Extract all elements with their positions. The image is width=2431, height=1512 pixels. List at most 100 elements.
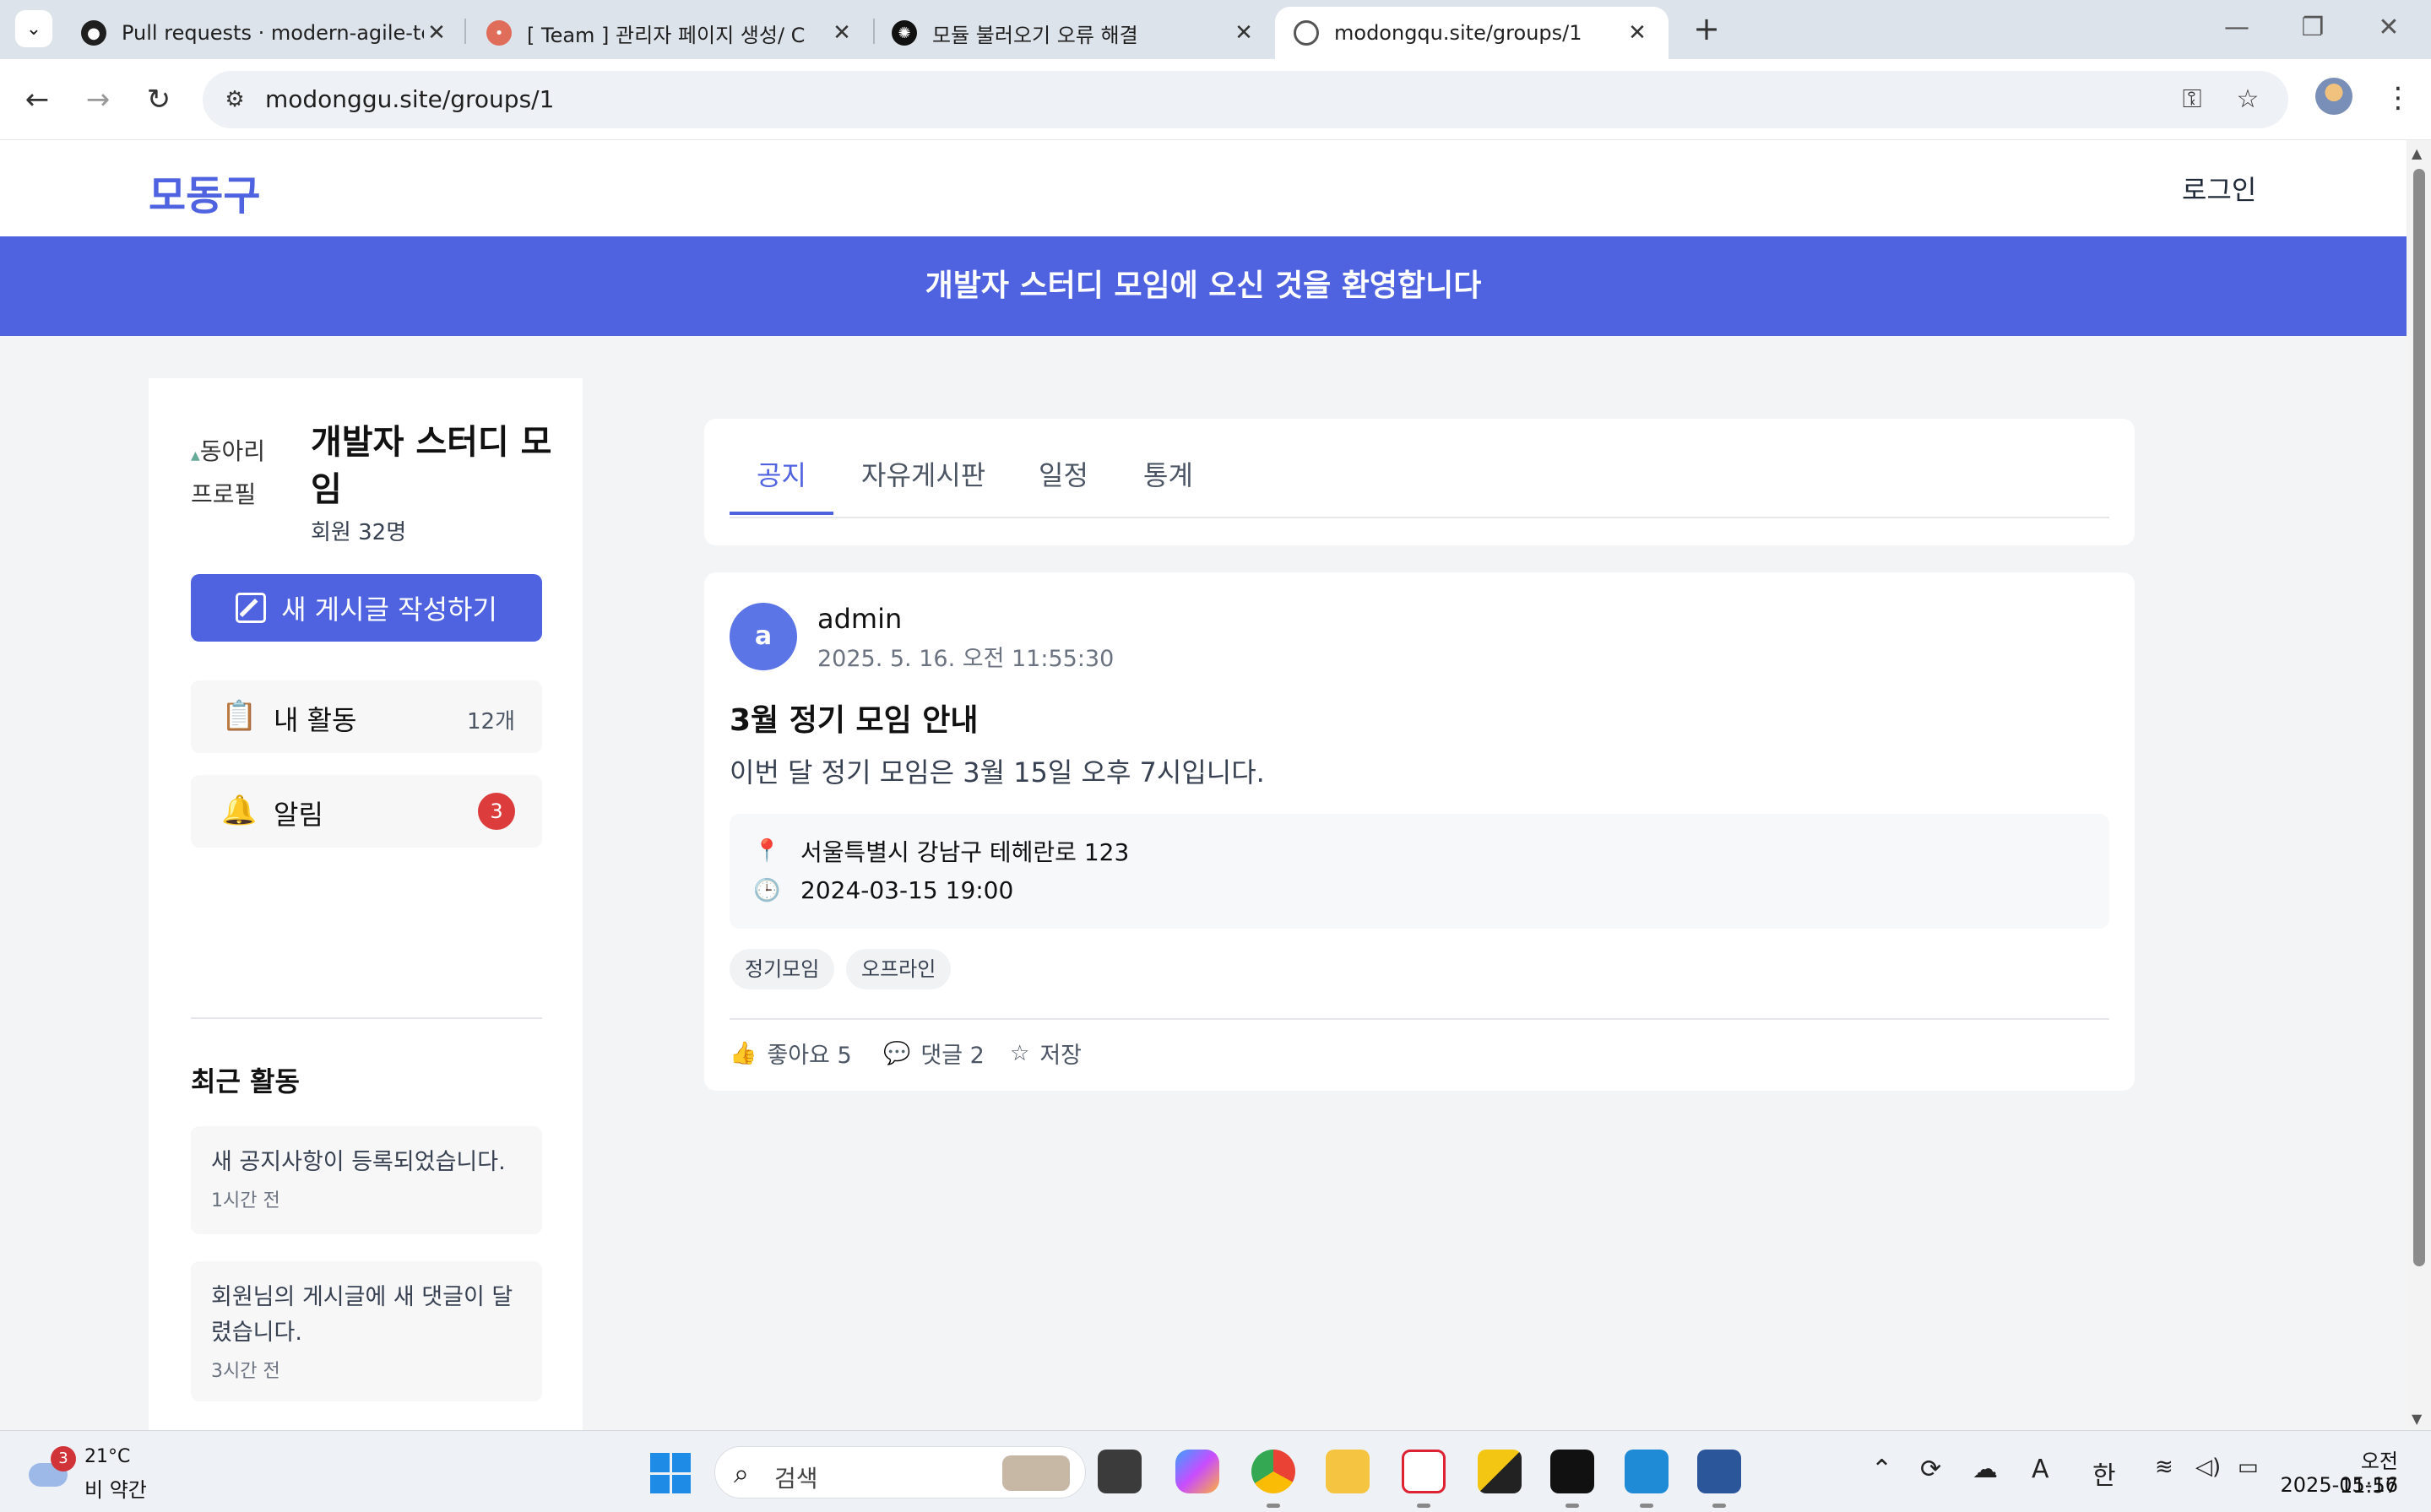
site-logo[interactable]: 모동구 [149,162,260,221]
event-datetime-text: 2024-03-15 19:00 [800,876,1014,904]
tab-schedule[interactable]: 일정 [1039,454,1088,512]
event-location-text: 서울특별시 강남구 테헤란로 123 [800,838,1130,866]
minimize-icon[interactable]: — [2199,7,2275,49]
font-indicator[interactable]: A [2032,1455,2049,1484]
bookmark-star-icon[interactable]: ☆ [2231,83,2265,117]
browser-menu-icon[interactable]: ⋮ [2381,78,2415,118]
write-post-button[interactable]: 새 게시글 작성하기 [191,574,542,642]
chevron-up-icon[interactable]: ⌃ [1871,1455,1892,1484]
onedrive-cloud-icon[interactable]: ☁ [1972,1455,1998,1484]
address-bar[interactable]: ⚙ modonggu.site/groups/1 ⚿ ☆ [203,71,2288,128]
clock-icon: 🕒 [753,877,781,903]
taskbar-date[interactable]: 2025-05-16 [2280,1473,2398,1497]
browser-tab-strip: ⌄ ● Pull requests · modern-agile-te ✕ • … [0,0,2431,59]
author-avatar[interactable]: a [730,603,797,670]
close-icon[interactable]: ✕ [1231,20,1256,46]
window-close-icon[interactable]: ✕ [2351,7,2427,49]
save-button[interactable]: ☆ 저장 [1010,1037,1082,1070]
url-text[interactable]: modonggu.site/groups/1 [265,71,554,128]
close-icon[interactable]: ✕ [829,20,855,46]
like-label: 좋아요 5 [767,1043,852,1069]
login-link[interactable]: 로그인 [2182,169,2256,208]
page-scrollbar[interactable]: ▲ ▼ [2407,140,2431,1430]
recent-activity-item[interactable]: 회원님의 게시글에 새 댓글이 달렸습니다. 3시간 전 [191,1261,542,1401]
password-key-icon[interactable]: ⚿ [2175,83,2209,117]
search-icon: ⌕ [734,1457,749,1489]
weather-condition: 비 약간 [84,1478,147,1502]
scroll-down-arrow-icon[interactable]: ▼ [2412,1411,2422,1427]
recent-activity-time: 3시간 전 [211,1361,280,1382]
edit-icon [236,593,267,623]
notifications-item[interactable]: 🔔 알림 3 [191,775,542,848]
post-divider [730,1018,2109,1020]
tab-title: 모듈 불러오기 오류 해결 [932,23,1138,47]
tab-title: Pull requests · modern-agile-te [122,21,424,45]
weather-widget[interactable]: 3 [29,1446,76,1487]
speaker-icon[interactable]: ◁) [2195,1455,2221,1480]
tab-notice[interactable]: 공지 [730,454,833,515]
terminal-app-icon[interactable] [1550,1450,1594,1493]
welcome-banner: 개발자 스터디 모임에 오신 것을 환영합니다 [0,236,2407,336]
vscode-icon[interactable] [1625,1450,1669,1493]
new-tab-button[interactable]: + [1685,8,1728,51]
recent-activity-heading: 최근 활동 [191,1065,300,1097]
clipboard-icon: 📋 [221,699,258,733]
like-button[interactable]: 👍 좋아요 5 [730,1037,852,1070]
running-indicator [1565,1504,1579,1508]
windows-start-icon[interactable] [650,1453,691,1493]
word-icon[interactable] [1697,1450,1741,1493]
browser-tab-active[interactable]: modongqu.site/groups/1 ✕ [1275,7,1669,59]
club-name: 개발자 스터디 모임 [311,423,552,509]
copilot-icon[interactable] [1175,1450,1219,1493]
post-body: 이번 달 정기 모임은 3월 15일 오후 7시입니다. [730,756,1265,789]
profile-avatar[interactable] [2315,78,2352,115]
back-arrow-icon[interactable]: ← [17,79,57,120]
tabs-divider [730,517,2109,518]
tab-free-board[interactable]: 자유게시판 [861,454,985,512]
tab-search-menu-button[interactable]: ⌄ [15,10,52,47]
post-author[interactable]: admin [817,603,902,635]
browser-tab-chatgpt[interactable]: ✺ 모듈 불러오기 오류 해결 ✕ [873,7,1275,59]
comment-button[interactable]: 💬 댓글 2 [883,1037,985,1070]
comment-label: 댓글 2 [920,1043,985,1069]
taskbar-search[interactable]: ⌕ 검색 [714,1446,1086,1498]
running-indicator [1712,1504,1726,1508]
chrome-icon[interactable] [1251,1450,1295,1493]
site-info-icon[interactable]: ⚙ [218,83,252,117]
post-title[interactable]: 3월 정기 모임 안내 [730,696,979,740]
close-icon[interactable]: ✕ [1625,20,1650,46]
scroll-up-arrow-icon[interactable]: ▲ [2412,145,2422,161]
sticky-notes-icon[interactable] [1478,1450,1522,1493]
search-highlight-image [1002,1455,1070,1491]
running-indicator [1267,1504,1280,1508]
event-datetime: 🕒 2024-03-15 19:00 [753,876,1013,904]
post-tag[interactable]: 오프라인 [846,949,952,989]
windows-taskbar: 3 21°C 비 약간 ⌕ 검색 ⌃ ⟳ ☁ A 한 ≋ ◁) ▭ 오전 11:… [0,1430,2431,1512]
scrollbar-thumb[interactable] [2413,169,2425,1266]
speech-bubble-icon: 💬 [883,1040,911,1066]
snipping-tool-icon[interactable] [1402,1450,1446,1493]
file-explorer-icon[interactable] [1326,1450,1370,1493]
browser-tab-github[interactable]: ● Pull requests · modern-agile-te ✕ [62,7,468,59]
recent-activity-item[interactable]: 새 공지사항이 등록되었습니다. 1시간 전 [191,1126,542,1234]
my-activity-count: 12개 [466,709,515,734]
post-tag[interactable]: 정기모임 [730,949,835,989]
tab-separator [464,19,466,44]
battery-icon[interactable]: ▭ [2238,1455,2259,1480]
browser-tab-notion[interactable]: • [ Team ] 관리자 페이지 생성/ C ✕ [468,7,873,59]
sync-icon[interactable]: ⟳ [1920,1455,1941,1484]
close-icon[interactable]: ✕ [424,20,449,46]
restore-icon[interactable]: ❐ [2275,7,2351,49]
forward-arrow-icon[interactable]: → [78,79,118,120]
my-activity-item[interactable]: 📋 내 활동 12개 [191,680,542,753]
save-label: 저장 [1039,1043,1082,1069]
task-view-icon[interactable] [1098,1450,1142,1493]
tab-statistics[interactable]: 통계 [1143,454,1193,512]
wifi-icon[interactable]: ≋ [2155,1455,2173,1480]
post-date: 2025. 5. 16. 오전 11:55:30 [817,646,1115,672]
club-profile-image: ▲동아리 프로필 [191,432,275,517]
ime-indicator[interactable]: 한 [2092,1455,2116,1492]
recent-activity-time: 1시간 전 [211,1190,280,1211]
reload-icon[interactable]: ↻ [138,79,179,120]
star-icon: ☆ [1010,1040,1030,1066]
